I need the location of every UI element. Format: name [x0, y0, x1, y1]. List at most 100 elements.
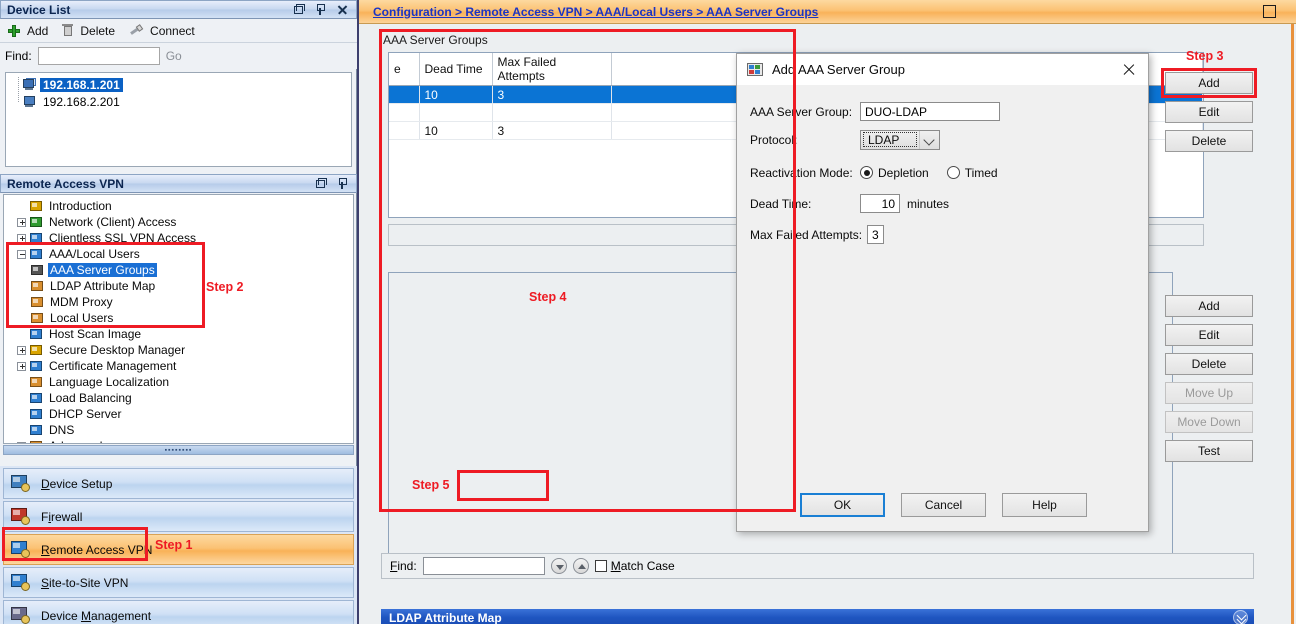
radio-timed[interactable]: Timed [946, 166, 998, 180]
nav-button-device-setup[interactable]: Device Setup [3, 468, 354, 499]
rav-tree-item-certificate-management[interactable]: Certificate Management [4, 358, 353, 374]
help-button[interactable]: Help [1002, 493, 1087, 517]
panel-resize-grip[interactable]: ▪▪▪▪▪▪▪▪ [3, 445, 354, 455]
dead-time-unit-label: minutes [907, 196, 950, 211]
nav-button-site-to-site-vpn[interactable]: Site-to-Site VPN [3, 567, 354, 598]
chevron-down-circle-icon[interactable] [550, 558, 567, 574]
rav-tree-item-advanced[interactable]: Advanced [4, 438, 353, 443]
chevron-double-down-icon[interactable] [1233, 610, 1248, 624]
rav-tree-item-label: MDM Proxy [50, 295, 113, 309]
radio-depletion-label: Depletion [878, 165, 929, 180]
checkbox-box [594, 560, 607, 572]
expand-icon[interactable] [17, 361, 26, 371]
device-go-button[interactable]: Go [166, 49, 182, 63]
expand-icon[interactable] [17, 233, 26, 243]
rav-tree-item-local-users[interactable]: Local Users [4, 310, 353, 326]
radio-depletion[interactable]: Depletion [860, 166, 929, 180]
aaa-server-group-input[interactable] [860, 102, 1000, 121]
ok-button[interactable]: OK [800, 493, 885, 517]
protocol-label: Protocol: [750, 132, 798, 147]
dialog-title-bar: Add AAA Server Group [737, 54, 1148, 86]
device-tree-item-1[interactable]: 192.168.2.201 [6, 93, 351, 110]
rav-tree-item-clientless-ssl-vpn-access[interactable]: Clientless SSL VPN Access [4, 230, 353, 246]
server-move-up-button: Move Up [1165, 382, 1253, 404]
table-delete-button[interactable]: Delete [1165, 130, 1253, 152]
add-device-button[interactable]: Add [8, 24, 48, 38]
rav-tree-item-label: DHCP Server [49, 407, 122, 421]
device-label: 192.168.2.201 [43, 94, 120, 109]
table-add-button[interactable]: Add [1165, 72, 1253, 94]
advanced-icon [29, 440, 44, 443]
close-icon[interactable] [336, 3, 349, 16]
user-map-icon [30, 280, 45, 293]
connect-button[interactable]: Connect [129, 24, 195, 38]
expand-icon[interactable] [17, 217, 26, 227]
server-add-button[interactable]: Add [1165, 295, 1253, 317]
nav-button-device-management[interactable]: Device Management [3, 600, 354, 624]
pin-icon[interactable] [314, 3, 327, 16]
match-case-checkbox[interactable]: Match Case [594, 559, 675, 573]
find-input[interactable] [422, 557, 545, 575]
pin-icon[interactable] [336, 177, 349, 190]
server-test-button[interactable]: Test [1165, 440, 1253, 462]
col-header-0[interactable]: e [389, 53, 420, 86]
rav-tree-item-label: Introduction [49, 199, 112, 213]
rav-tree-item-aaa-local-users[interactable]: AAA/Local Users [4, 246, 353, 262]
cancel-button[interactable]: Cancel [901, 493, 986, 517]
nav-button-label: Device Setup [41, 476, 113, 491]
rav-tree-item-network-client-access[interactable]: Network (Client) Access [4, 214, 353, 230]
server-delete-button[interactable]: Delete [1165, 353, 1253, 375]
col-header-max-failed[interactable]: Max Failed Attempts [492, 53, 612, 86]
expand-icon[interactable] [17, 441, 26, 443]
rav-tree-item-label: Local Users [50, 311, 114, 325]
dead-time-input[interactable] [860, 194, 900, 213]
rav-tree-item-aaa-server-groups[interactable]: AAA Server Groups [4, 262, 353, 278]
hostscan-icon [29, 328, 44, 341]
page-title: AAA Server Groups [383, 33, 488, 47]
restore-window-icon[interactable] [1263, 5, 1276, 18]
rav-tree-item-language-localization[interactable]: Language Localization [4, 374, 353, 390]
question-icon [29, 200, 44, 213]
max-failed-attempts-label: Max Failed Attempts: [750, 227, 863, 242]
step3-label: Step 3 [1186, 49, 1224, 63]
device-find-input[interactable] [37, 47, 160, 65]
device-active-icon [22, 77, 37, 92]
rav-tree-item-label: Clientless SSL VPN Access [49, 231, 196, 245]
ldap-attribute-map-title: LDAP Attribute Map [389, 610, 502, 624]
restore-icon[interactable] [314, 177, 327, 190]
delete-device-button[interactable]: Delete [62, 24, 115, 38]
close-icon[interactable] [1116, 58, 1142, 82]
rav-navigation-tree[interactable]: Introduction Network (Client) Access Clien… [3, 194, 354, 444]
main-content-area: Configuration > Remote Access VPN > AAA/… [357, 0, 1296, 624]
match-case-label: Match Case [610, 559, 675, 573]
device-tree[interactable]: 192.168.1.201 192.168.2.201 [5, 72, 352, 167]
rav-tree-item-dhcp-server[interactable]: DHCP Server [4, 406, 353, 422]
protocol-dropdown[interactable]: LDAP [860, 129, 940, 150]
expand-icon[interactable] [17, 345, 26, 355]
tree-guide-line [18, 77, 19, 103]
nav-button-firewall[interactable]: Firewall [3, 501, 354, 532]
ldap-attribute-map-bar[interactable]: LDAP Attribute Map [381, 609, 1254, 624]
plug-icon [129, 24, 144, 37]
device-tree-item-0[interactable]: 192.168.1.201 [6, 76, 351, 93]
col-header-dead-time[interactable]: Dead Time [419, 53, 493, 86]
rav-tree-item-load-balancing[interactable]: Load Balancing [4, 390, 353, 406]
table-cell [492, 103, 612, 122]
max-failed-attempts-input[interactable] [867, 225, 884, 244]
rav-tree-item-secure-desktop-manager[interactable]: Secure Desktop Manager [4, 342, 353, 358]
restore-icon[interactable] [292, 3, 305, 16]
firewall-icon [10, 505, 36, 529]
servergroup-icon [30, 264, 45, 277]
rav-tree-item-introduction[interactable]: Introduction [4, 198, 353, 214]
chevron-up-circle-icon[interactable] [572, 558, 589, 574]
rav-tree-item-label: Advanced [47, 439, 104, 443]
rav-tree-item-label: AAA/Local Users [49, 247, 140, 261]
rav-tree-item-host-scan-image[interactable]: Host Scan Image [4, 326, 353, 342]
server-edit-button[interactable]: Edit [1165, 324, 1253, 346]
table-edit-button[interactable]: Edit [1165, 101, 1253, 123]
collapse-icon[interactable] [17, 249, 26, 259]
rav-tree-item-ldap-attribute-map[interactable]: LDAP Attribute Map [4, 278, 353, 294]
rav-tree-item-mdm-proxy[interactable]: MDM Proxy [4, 294, 353, 310]
rav-tree-item-dns[interactable]: DNS [4, 422, 353, 438]
breadcrumb-text[interactable]: Configuration > Remote Access VPN > AAA/… [373, 5, 818, 19]
